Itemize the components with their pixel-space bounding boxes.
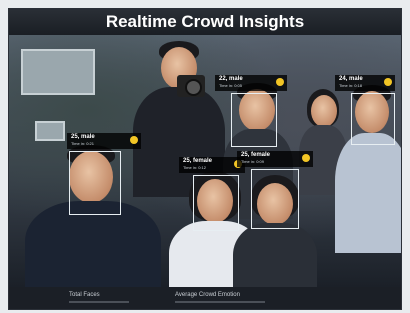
- happy-face-icon: [384, 78, 392, 86]
- face-tag: 24, male Time in: 0:18: [335, 75, 395, 91]
- crowd-insights-app: Realtime Crowd Insights 25, male Time in…: [8, 8, 402, 310]
- face-tag: 25, male Time in: 0:21: [67, 133, 141, 149]
- stats-footer: Total Faces Average Crowd Emotion: [9, 287, 401, 309]
- app-title: Realtime Crowd Insights: [105, 12, 305, 31]
- happy-face-icon: [302, 154, 310, 162]
- face-box: [69, 151, 121, 215]
- average-emotion-bar: [175, 301, 265, 303]
- total-faces-label: Total Faces: [69, 292, 100, 298]
- camera-icon: [177, 75, 205, 97]
- happy-face-icon: [130, 136, 138, 144]
- face-tag: 22, male Time in: 0:05: [215, 75, 287, 91]
- average-emotion-stat: Average Crowd Emotion: [175, 292, 265, 303]
- face-box: [193, 175, 239, 231]
- background-monitor-small: [35, 121, 65, 141]
- background-monitor: [21, 49, 95, 95]
- video-feed: 25, male Time in: 0:21 22, male Time in:…: [9, 35, 401, 287]
- face-label: 25, female: [241, 152, 271, 158]
- face-label: 22, male: [219, 76, 243, 82]
- face-label: 25, male: [71, 134, 95, 140]
- face-time: Time in: 0:09: [241, 159, 264, 164]
- face-time: Time in: 0:21: [71, 141, 94, 146]
- average-emotion-label: Average Crowd Emotion: [175, 292, 240, 298]
- happy-face-icon: [276, 78, 284, 86]
- total-faces-bar: [69, 301, 129, 303]
- face-box: [231, 93, 277, 147]
- total-faces-stat: Total Faces: [69, 292, 129, 303]
- face-tag: 25, female Time in: 0:12: [179, 157, 245, 173]
- title-bar: Realtime Crowd Insights: [9, 9, 401, 35]
- face-box: [351, 93, 395, 145]
- face-time: Time in: 0:12: [183, 165, 206, 170]
- face-box: [251, 169, 299, 229]
- face-tag: 25, female Time in: 0:09: [237, 151, 313, 167]
- face-time: Time in: 0:05: [219, 83, 242, 88]
